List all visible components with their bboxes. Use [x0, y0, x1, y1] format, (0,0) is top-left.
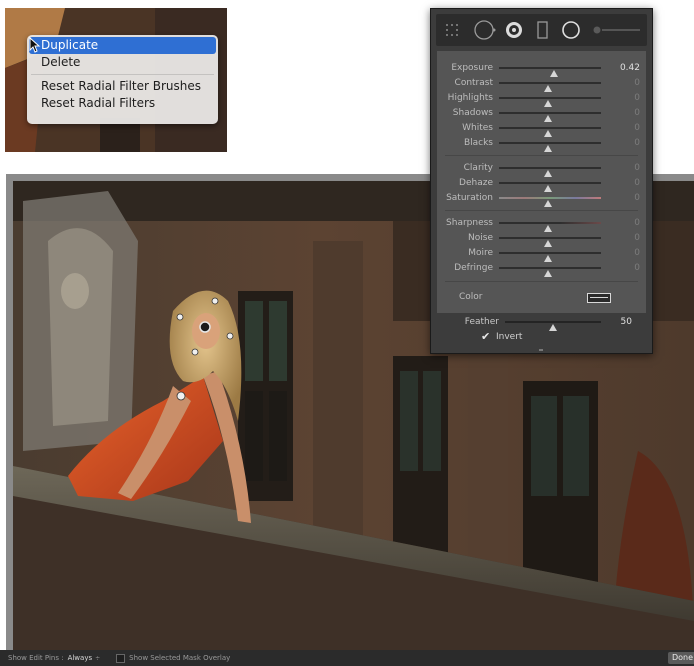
slider-track[interactable]	[499, 197, 601, 207]
brush-size-slider[interactable]	[593, 26, 641, 34]
brush-circle-icon[interactable]	[562, 21, 580, 39]
slider-dehaze[interactable]: Dehaze 0	[437, 176, 646, 192]
slider-track[interactable]	[499, 67, 601, 77]
slider-track[interactable]	[499, 182, 601, 192]
slider-sharpness[interactable]: Sharpness 0	[437, 216, 646, 232]
slider-blacks[interactable]: Blacks 0	[437, 136, 646, 152]
slider-label: Saturation	[446, 193, 493, 203]
radial-filter-panel: Exposure 0.42 Contrast 0 Highlights 0 Sh…	[430, 8, 653, 354]
slider-value[interactable]: 0	[634, 261, 640, 275]
context-menu-crop: Duplicate Delete Reset Radial Filter Bru…	[5, 8, 227, 152]
slider-value[interactable]: 0	[634, 231, 640, 245]
grid-dots-icon[interactable]	[446, 24, 458, 36]
slider-label: Blacks	[463, 138, 493, 148]
menu-item-label: Reset Radial Filters	[41, 96, 156, 110]
slider-thumb[interactable]	[544, 200, 552, 207]
slider-track[interactable]	[499, 252, 601, 262]
feather-label: Feather	[464, 317, 499, 327]
show-edit-pins-select[interactable]: Always	[68, 654, 93, 662]
slider-label: Clarity	[463, 163, 493, 173]
spot-removal-icon[interactable]	[474, 20, 496, 40]
slider-label: Contrast	[454, 78, 493, 88]
slider-highlights[interactable]: Highlights 0	[437, 91, 646, 107]
tool-strip-icons	[446, 20, 641, 40]
mask-overlay-label: Show Selected Mask Overlay	[129, 654, 231, 662]
slider-exposure[interactable]: Exposure 0.42	[437, 61, 646, 77]
mask-overlay-checkbox[interactable]	[116, 653, 126, 663]
slider-divider	[445, 210, 638, 211]
slider-track[interactable]	[499, 222, 601, 232]
slider-label: Noise	[468, 233, 493, 243]
slider-track[interactable]	[499, 237, 601, 247]
feather-value[interactable]: 50	[621, 315, 632, 329]
adjustment-sliders: Exposure 0.42 Contrast 0 Highlights 0 Sh…	[437, 51, 646, 313]
slider-divider	[445, 155, 638, 156]
slider-label: Exposure	[451, 63, 493, 73]
color-row[interactable]: Color	[437, 289, 646, 307]
menu-item-label: Reset Radial Filter Brushes	[41, 79, 202, 93]
slider-defringe[interactable]: Defringe 0	[437, 261, 646, 277]
slider-feather[interactable]: Feather 50	[437, 315, 646, 331]
slider-label: Defringe	[454, 263, 493, 273]
slider-value[interactable]: 0	[634, 121, 640, 135]
menu-item-reset-brushes[interactable]: Reset Radial Filter Brushes	[27, 78, 218, 95]
slider-whites[interactable]: Whites 0	[437, 121, 646, 137]
menu-item-label: Duplicate	[41, 38, 99, 52]
dropdown-arrow-icon[interactable]: ÷	[95, 655, 100, 662]
invert-label: Invert	[496, 332, 523, 342]
menu-separator	[31, 74, 214, 75]
slider-label: Sharpness	[446, 218, 493, 228]
slider-track[interactable]	[499, 167, 601, 177]
radial-filter-icon[interactable]	[506, 22, 522, 38]
slider-label: Highlights	[447, 93, 493, 103]
menu-item-delete[interactable]: Delete	[27, 54, 218, 71]
slider-thumb[interactable]	[544, 270, 552, 277]
feather-thumb[interactable]	[549, 324, 557, 331]
slider-value[interactable]: 0	[634, 216, 640, 230]
slider-thumb[interactable]	[544, 145, 552, 152]
slider-track[interactable]	[499, 82, 601, 92]
slider-divider	[445, 281, 638, 282]
menu-item-reset-filters[interactable]: Reset Radial Filters	[27, 95, 218, 112]
slider-track[interactable]	[499, 142, 601, 152]
show-edit-pins-label: Show Edit Pins :	[8, 654, 64, 662]
panel-resize-grip[interactable]	[539, 349, 543, 351]
slider-value[interactable]: 0	[634, 91, 640, 105]
slider-track[interactable]	[499, 267, 601, 277]
slider-track[interactable]	[499, 112, 601, 122]
bottom-toolbar: Show Edit Pins : Always ÷ Show Selected …	[0, 650, 694, 666]
slider-value[interactable]: 0	[634, 136, 640, 150]
done-button[interactable]: Done	[668, 652, 694, 664]
slider-label: Whites	[462, 123, 493, 133]
slider-value[interactable]: 0	[634, 246, 640, 260]
slider-label: Dehaze	[459, 178, 493, 188]
menu-item-duplicate[interactable]: Duplicate	[29, 37, 216, 54]
feather-track[interactable]	[505, 321, 601, 331]
slider-track[interactable]	[499, 97, 601, 107]
slider-value[interactable]: 0	[634, 106, 640, 120]
slider-saturation[interactable]: Saturation 0	[437, 191, 646, 207]
tool-strip	[436, 14, 647, 46]
checkmark-icon[interactable]: ✔	[481, 330, 490, 344]
color-label: Color	[459, 292, 483, 302]
menu-item-label: Delete	[41, 55, 81, 69]
slider-noise[interactable]: Noise 0	[437, 231, 646, 247]
slider-value[interactable]: 0	[634, 191, 640, 205]
slider-value[interactable]: 0.42	[620, 61, 640, 75]
color-swatch[interactable]	[587, 293, 611, 303]
slider-moire[interactable]: Moire 0	[437, 246, 646, 262]
slider-contrast[interactable]: Contrast 0	[437, 76, 646, 92]
slider-track[interactable]	[499, 127, 601, 137]
slider-clarity[interactable]: Clarity 0	[437, 161, 646, 177]
graduated-filter-icon[interactable]	[537, 21, 548, 39]
slider-shadows[interactable]: Shadows 0	[437, 106, 646, 122]
context-menu: Duplicate Delete Reset Radial Filter Bru…	[27, 35, 218, 124]
slider-value[interactable]: 0	[634, 176, 640, 190]
slider-label: Moire	[468, 248, 493, 258]
mouse-pointer-icon	[29, 37, 41, 53]
slider-label: Shadows	[452, 108, 493, 118]
slider-value[interactable]: 0	[634, 161, 640, 175]
slider-value[interactable]: 0	[634, 76, 640, 90]
